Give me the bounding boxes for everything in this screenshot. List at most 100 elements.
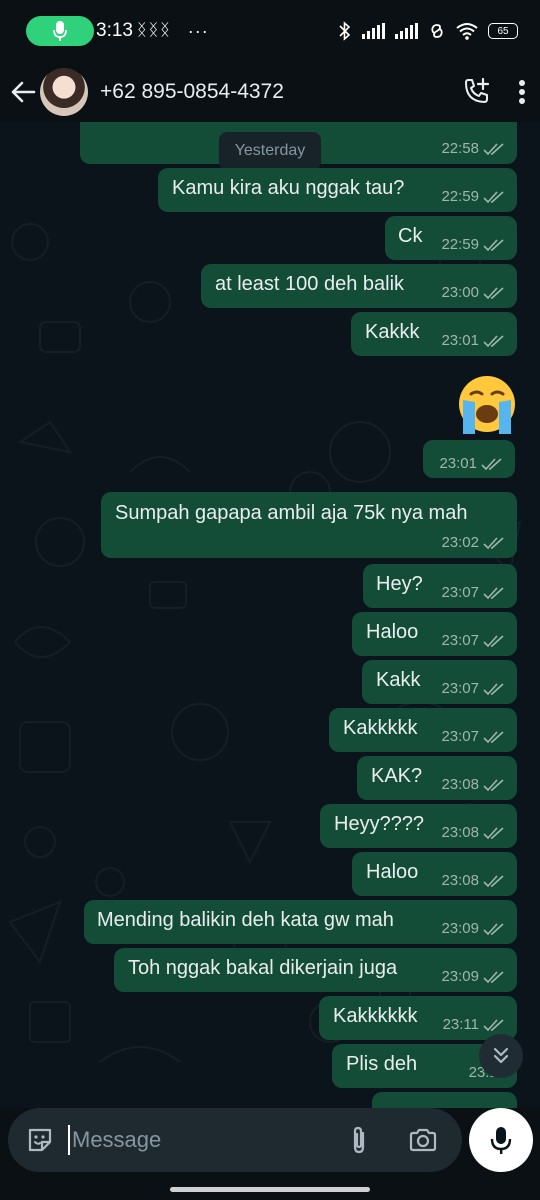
message-text: Ck	[398, 225, 423, 247]
double-check-icon	[483, 730, 504, 743]
message-meta: 23:07	[441, 584, 505, 601]
message-bubble[interactable]: KAK? 23:08	[357, 756, 517, 800]
hotspot-icon	[431, 24, 443, 38]
status-bar: 3:13 ᛝᛝᛝ ··· 65	[0, 0, 540, 62]
message-time: 23:01	[441, 332, 479, 349]
message-bubble[interactable]: Kakkk 23:01	[351, 312, 517, 356]
scroll-to-bottom-button[interactable]	[479, 1034, 523, 1078]
message-meta: 23:08	[441, 872, 505, 889]
battery-indicator: 65	[488, 23, 518, 39]
chat-header: +62 895-0854-4372	[0, 62, 540, 122]
text-caret	[68, 1125, 70, 1155]
double-check-icon	[483, 634, 504, 647]
more-vert-icon[interactable]	[518, 79, 526, 105]
message-text: Haloo	[366, 861, 419, 883]
message-bubble[interactable]: Haloo 23:08	[352, 852, 517, 896]
message-meta: 23:00	[441, 284, 505, 301]
message-text: Mending balikin deh kata gw mah	[97, 909, 394, 931]
message-bubble[interactable]	[372, 1092, 517, 1108]
double-check-icon	[483, 682, 504, 695]
message-text: KAK?	[371, 765, 423, 787]
bluetooth-icon	[339, 21, 351, 41]
message-time: 23:09	[441, 920, 479, 937]
message-meta: 23:01	[441, 332, 505, 349]
status-time: 3:13	[96, 20, 133, 41]
chevrons-down-icon	[493, 1047, 509, 1064]
message-meta: 23:01	[439, 455, 503, 472]
contact-avatar[interactable]	[40, 68, 88, 116]
message-bubble[interactable]: Mending balikin deh kata gw mah 23:09	[84, 900, 517, 944]
double-check-icon	[481, 457, 502, 470]
message-bubble[interactable]: Heyy???? 23:08	[320, 804, 517, 848]
double-check-icon	[483, 778, 504, 791]
message-time: 22:59	[441, 236, 479, 253]
voice-message-button[interactable]	[469, 1108, 533, 1172]
add-call-icon[interactable]	[462, 77, 492, 107]
message-meta: 23:08	[441, 824, 505, 841]
message-bubble[interactable]: 23:01	[423, 440, 515, 478]
home-indicator[interactable]	[170, 1187, 370, 1192]
double-check-icon	[483, 826, 504, 839]
message-bubble[interactable]: Kakkkkk 23:07	[329, 708, 517, 752]
message-bubble[interactable]: Sumpah gapapa ambil aja 75k nya mah 23:0…	[101, 492, 517, 558]
message-list[interactable]: 22:58 Yesterday Kamu kira aku nggak tau?…	[0, 122, 540, 1108]
microphone-in-use-indicator[interactable]	[26, 16, 94, 46]
message-text: Sumpah gapapa ambil aja 75k nya mah	[115, 502, 468, 524]
message-time: 22:59	[441, 188, 479, 205]
message-text: Haloo	[366, 621, 419, 643]
double-check-icon	[483, 190, 504, 203]
message-meta: 22:59	[441, 188, 505, 205]
contact-name[interactable]: +62 895-0854-4372	[100, 80, 284, 104]
message-text: at least 100 deh balik	[215, 273, 405, 295]
message-meta: 22:59	[441, 236, 505, 253]
message-time: 22:58	[441, 140, 479, 157]
back-arrow-icon	[11, 81, 36, 103]
double-check-icon	[483, 142, 504, 155]
message-meta: 23:09	[441, 920, 505, 937]
message-input[interactable]: Message	[8, 1108, 462, 1172]
message-bubble[interactable]: Toh nggak bakal dikerjain juga 23:09	[114, 948, 517, 992]
double-check-icon	[483, 286, 504, 299]
wifi-icon	[456, 23, 478, 40]
message-meta: 23:09	[441, 968, 505, 985]
message-text: Kakkkkk	[343, 717, 418, 739]
message-text: Heyy????	[334, 813, 425, 835]
message-time: 23:01	[439, 455, 477, 472]
more-notifications-icon: ···	[187, 20, 209, 41]
message-time: 23:08	[441, 872, 479, 889]
date-separator: Yesterday	[219, 132, 321, 170]
message-bubble[interactable]: Haloo 23:07	[352, 612, 517, 656]
camera-icon[interactable]	[408, 1127, 438, 1153]
message-time: 23:02	[441, 534, 479, 551]
sticker-icon[interactable]	[26, 1126, 54, 1154]
attach-icon[interactable]	[350, 1125, 368, 1155]
message-time: 23:08	[441, 824, 479, 841]
message-time: 23:07	[441, 728, 479, 745]
message-bubble[interactable]: Kakk 23:07	[362, 660, 517, 704]
message-text: Kakkkkkk	[333, 1005, 418, 1027]
message-bubble[interactable]: Kakkkkkk 23:11	[319, 996, 517, 1040]
message-text: Plis deh	[346, 1053, 418, 1075]
message-bubble[interactable]: Hey? 23:07	[363, 564, 517, 608]
notification-icons: ᛝᛝᛝ	[136, 22, 172, 39]
message-bubble[interactable]: at least 100 deh balik 23:00	[201, 264, 517, 308]
crying-face-emoji[interactable]	[455, 374, 519, 436]
back-button[interactable]	[8, 72, 38, 112]
double-check-icon	[483, 874, 504, 887]
message-placeholder: Message	[72, 1127, 162, 1152]
message-time: 23:07	[441, 680, 479, 697]
double-check-icon	[483, 334, 504, 347]
message-text: Kamu kira aku nggak tau?	[172, 177, 405, 199]
message-meta: 23:07	[441, 632, 505, 649]
message-time: 23:08	[441, 776, 479, 793]
signal-strength-icon	[395, 23, 418, 39]
double-check-icon	[483, 586, 504, 599]
message-meta: 23:07	[441, 728, 505, 745]
message-meta: 23:07	[441, 680, 505, 697]
double-check-icon	[483, 536, 504, 549]
message-bubble[interactable]: Kamu kira aku nggak tau? 22:59	[158, 168, 517, 212]
message-time: 23:09	[441, 968, 479, 985]
microphone-icon	[490, 1127, 512, 1154]
message-meta: 23:11	[443, 1016, 505, 1033]
message-bubble[interactable]: Ck 22:59	[385, 216, 517, 260]
